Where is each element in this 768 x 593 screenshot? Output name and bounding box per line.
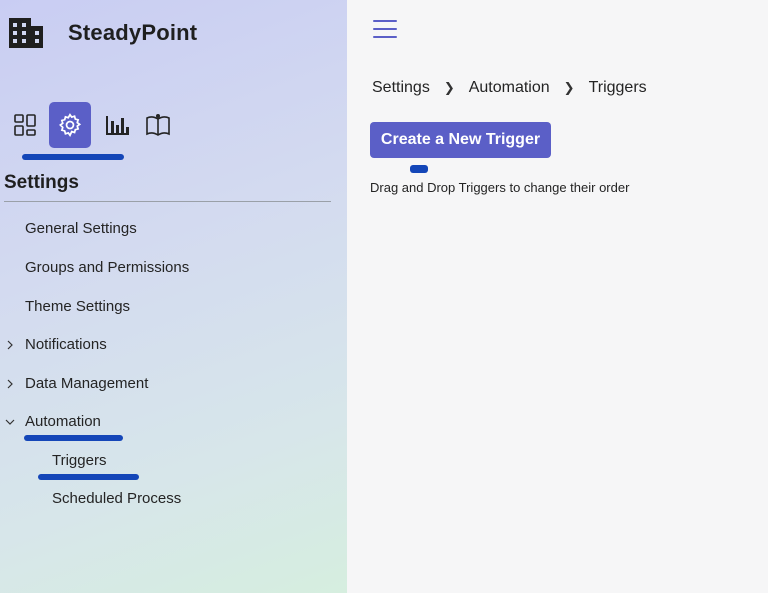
sidebar-item-label: Triggers	[52, 452, 107, 469]
brand-name: SteadyPoint	[68, 20, 198, 45]
chevron-down-icon	[5, 419, 15, 425]
icon-bar	[8, 102, 182, 148]
gear-icon	[59, 113, 82, 137]
annotation-mark	[410, 165, 428, 173]
sidebar-item-label: Data Management	[25, 375, 149, 392]
analytics-button[interactable]	[100, 105, 134, 145]
dashboard-icon	[14, 114, 36, 136]
sidebar-item-notifications[interactable]: Notifications	[7, 336, 107, 353]
sidebar-item-theme-settings[interactable]: Theme Settings	[25, 298, 130, 315]
book-icon	[146, 114, 170, 136]
annotation-mark	[38, 474, 139, 480]
main-content: Settings ❯ Automation ❯ Triggers Create …	[347, 0, 768, 593]
sidebar-item-triggers[interactable]: Triggers	[52, 452, 106, 469]
sidebar-item-label: Theme Settings	[25, 298, 131, 315]
bar-chart-icon	[106, 116, 129, 135]
sidebar: SteadyPoint Settings General Settings Gr…	[0, 0, 347, 593]
brand: SteadyPoint	[8, 16, 197, 50]
hamburger-menu-icon[interactable]	[373, 20, 397, 40]
sidebar-item-label: Notifications	[25, 336, 107, 353]
hint-text: Drag and Drop Triggers to change their o…	[370, 180, 630, 195]
dashboard-button[interactable]	[8, 105, 42, 145]
sidebar-item-label: Automation	[25, 413, 101, 430]
sidebar-item-general-settings[interactable]: General Settings	[25, 220, 137, 237]
sidebar-item-groups-and-permissions[interactable]: Groups and Permissions	[25, 259, 189, 276]
chevron-right-icon: ❯	[563, 80, 575, 95]
settings-heading: Settings	[4, 172, 79, 193]
chevron-right-icon: ❯	[443, 80, 455, 95]
sidebar-item-scheduled-process[interactable]: Scheduled Process	[52, 490, 181, 507]
sidebar-item-label: General Settings	[25, 220, 137, 237]
breadcrumb: Settings ❯ Automation ❯ Triggers	[372, 79, 647, 97]
annotation-mark	[24, 435, 123, 441]
breadcrumb-item-triggers: Triggers	[588, 79, 647, 96]
sidebar-item-label: Scheduled Process	[52, 490, 182, 507]
sidebar-item-label: Groups and Permissions	[25, 259, 190, 276]
breadcrumb-item-automation[interactable]: Automation	[469, 79, 550, 97]
create-trigger-button[interactable]: Create a New Trigger	[370, 122, 551, 158]
building-icon	[9, 18, 43, 48]
settings-button[interactable]	[49, 102, 91, 148]
chevron-right-icon	[7, 340, 13, 349]
sidebar-item-data-management[interactable]: Data Management	[7, 375, 149, 392]
chevron-right-icon	[7, 379, 13, 388]
divider	[4, 201, 331, 202]
breadcrumb-item-settings[interactable]: Settings	[372, 79, 430, 97]
annotation-mark	[22, 154, 124, 160]
sidebar-item-automation[interactable]: Automation	[5, 413, 101, 430]
help-button[interactable]	[141, 105, 175, 145]
